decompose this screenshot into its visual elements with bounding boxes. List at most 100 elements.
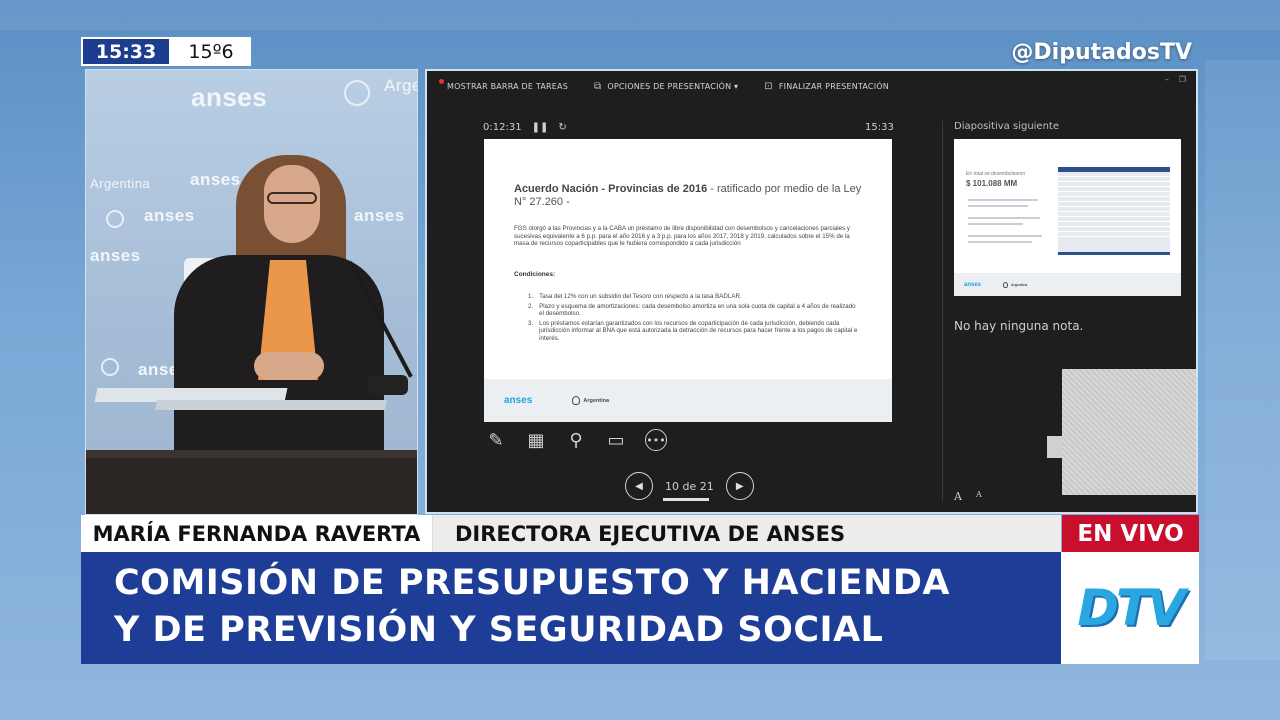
argentina-logo: Argentina	[572, 396, 609, 405]
channel-logo-box: DTV	[1061, 552, 1199, 664]
desk	[86, 458, 417, 514]
display-settings-icon: ⧉	[594, 80, 602, 92]
speaker-name-bar: MARÍA FERNANDA RAVERTA DIRECTORA EJECUTI…	[81, 515, 1061, 552]
minimize-icon[interactable]: –	[1165, 75, 1169, 84]
seal-icon	[101, 358, 119, 376]
seal-icon	[572, 396, 581, 405]
list-item: 2. Plazo y esquema de amortizaciones: cad…	[528, 303, 858, 318]
presentation-options-button[interactable]: ⧉ OPCIONES DE PRESENTACIÓN ▾	[594, 81, 738, 92]
seal-icon	[344, 80, 370, 106]
argentina-logo-text: Argentina	[1011, 282, 1028, 287]
restart-timer-icon[interactable]: ↻	[558, 122, 566, 133]
program-title-line-1: COMISIÓN DE PRESUPUESTO Y HACIENDA	[114, 563, 950, 603]
live-badge: EN VIVO	[1062, 515, 1199, 552]
end-presentation-button[interactable]: ⊡ FINALIZAR PRESENTACIÓN	[764, 81, 889, 92]
dtv-logo: DTV	[1077, 579, 1185, 637]
list-item-number: 3.	[528, 319, 534, 327]
pen-icon[interactable]: ✎	[485, 429, 507, 451]
obscured-region	[1062, 369, 1196, 495]
backdrop-logo: anses	[90, 246, 141, 265]
speaker-name: MARÍA FERNANDA RAVERTA	[81, 515, 433, 552]
background-pattern	[0, 0, 1280, 30]
increase-font-button[interactable]: A	[954, 490, 962, 503]
backdrop-logo: anses	[191, 82, 268, 112]
list-item-text: Los préstamos estarían garantizados con …	[539, 319, 858, 342]
notes-font-controls: A A	[954, 490, 982, 503]
next-slide-amount: $ 101.088 MM	[966, 179, 1018, 188]
seal-icon	[106, 210, 124, 228]
presentation-options-label: OPCIONES DE PRESENTACIÓN ▾	[607, 81, 739, 91]
speaker-face	[264, 165, 320, 243]
background-pattern	[1205, 60, 1280, 660]
text-line	[968, 241, 1032, 243]
panel-divider[interactable]	[942, 121, 943, 501]
list-item-number: 2.	[528, 302, 534, 310]
slide-conditions-label: Condiciones:	[514, 271, 556, 278]
slide-conditions-list: 1. Tasa del 12% con un subsidio del Tesor…	[528, 293, 858, 345]
slide-title: Acuerdo Nación - Provincias de 2016 - ra…	[514, 183, 864, 209]
list-item-text: Tasa del 12% con un subsidio del Tesoro …	[539, 293, 742, 300]
end-slideshow-icon: ⊡	[764, 80, 773, 92]
decrease-font-button[interactable]: A	[976, 490, 982, 503]
seal-icon	[1003, 281, 1009, 288]
obscured-region	[1047, 436, 1063, 458]
next-slide-preview[interactable]: En total se desembolsaron $ 101.088 MM a…	[954, 139, 1181, 296]
show-taskbar-label: MOSTRAR BARRA DE TAREAS	[447, 81, 569, 91]
more-options-icon[interactable]: •••	[645, 429, 667, 451]
list-item: 3. Los préstamos estarían garantizados co…	[528, 320, 858, 343]
show-taskbar-button[interactable]: MOSTRAR BARRA DE TAREAS	[447, 82, 568, 91]
restore-icon[interactable]: ❐	[1179, 75, 1186, 84]
program-title-bar: COMISIÓN DE PRESUPUESTO Y HACIENDA Y DE …	[81, 552, 1061, 664]
list-item-text: Plazo y esquema de amortizaciones: cada …	[539, 302, 856, 318]
anses-logo: anses	[504, 395, 533, 406]
text-line	[968, 223, 1023, 225]
camera-feed: anses Argentina Argentina anses anses an…	[85, 69, 418, 515]
previous-slide-button[interactable]: ◀	[625, 472, 653, 500]
elapsed-time: 0:12:31	[483, 122, 522, 133]
presentation-timer: 0:12:31 ❚❚ ↻	[483, 122, 567, 133]
next-slide-title: En total se desembolsaron	[966, 171, 1026, 177]
see-all-slides-icon[interactable]: ▦	[525, 429, 547, 451]
backdrop-logo: anses	[144, 206, 195, 225]
current-slide[interactable]: Acuerdo Nación - Provincias de 2016 - ra…	[484, 139, 892, 422]
next-slide-label: Diapositiva siguiente	[954, 121, 1059, 132]
backdrop-logo: Argentina	[384, 76, 417, 95]
clock-time: 15:33	[81, 37, 171, 66]
clock-temperature-box: 15:33 15º6	[81, 37, 251, 66]
slide-title-bold: Acuerdo Nación - Provincias de 2016	[514, 183, 708, 195]
microphone-base	[368, 375, 408, 395]
argentina-logo: Argentina	[1003, 281, 1028, 288]
window-controls: – ❐	[1165, 75, 1186, 84]
end-presentation-label: FINALIZAR PRESENTACIÓN	[778, 81, 889, 91]
slide-tools: ✎ ▦ ⚲ ▭ •••	[485, 429, 667, 451]
backdrop-logo: anses	[190, 170, 241, 189]
backdrop-logo: anses	[354, 206, 405, 225]
argentina-logo-text: Argentina	[583, 397, 610, 404]
presenter-toolbar: MOSTRAR BARRA DE TAREAS ⧉ OPCIONES DE PR…	[427, 71, 1196, 101]
glasses	[267, 192, 317, 204]
presenter-clock: 15:33	[865, 122, 894, 133]
next-slide-table	[1058, 167, 1170, 255]
page-indicator: 10 de 21	[663, 479, 714, 501]
speaker-role: DIRECTORA EJECUTIVA DE ANSES	[433, 515, 1061, 552]
speaker-notes[interactable]: No hay ninguna nota.	[954, 319, 1083, 333]
slide-paragraph: FGS otorgó a las Provincias y a la CABA …	[514, 225, 851, 248]
papers	[154, 400, 388, 410]
anses-logo: anses	[964, 281, 982, 288]
next-slide-footer: anses Argentina	[954, 273, 1181, 296]
pause-icon[interactable]: ❚❚	[532, 122, 549, 133]
channel-handle: @DiputadosTV	[1011, 40, 1192, 65]
list-item-number: 1.	[528, 293, 534, 300]
speaker-hands	[254, 352, 324, 380]
text-line	[968, 199, 1038, 201]
text-line	[968, 217, 1040, 219]
temperature: 15º6	[171, 37, 251, 66]
list-item: 1. Tasa del 12% con un subsidio del Tesor…	[528, 293, 858, 301]
next-slide-button[interactable]: ▶	[725, 472, 754, 500]
text-line	[968, 205, 1028, 207]
slide-footer: anses Argentina	[484, 379, 892, 422]
zoom-icon[interactable]: ⚲	[565, 429, 587, 451]
table-row	[1058, 232, 1170, 237]
text-line	[968, 235, 1042, 237]
black-screen-icon[interactable]: ▭	[605, 429, 627, 451]
